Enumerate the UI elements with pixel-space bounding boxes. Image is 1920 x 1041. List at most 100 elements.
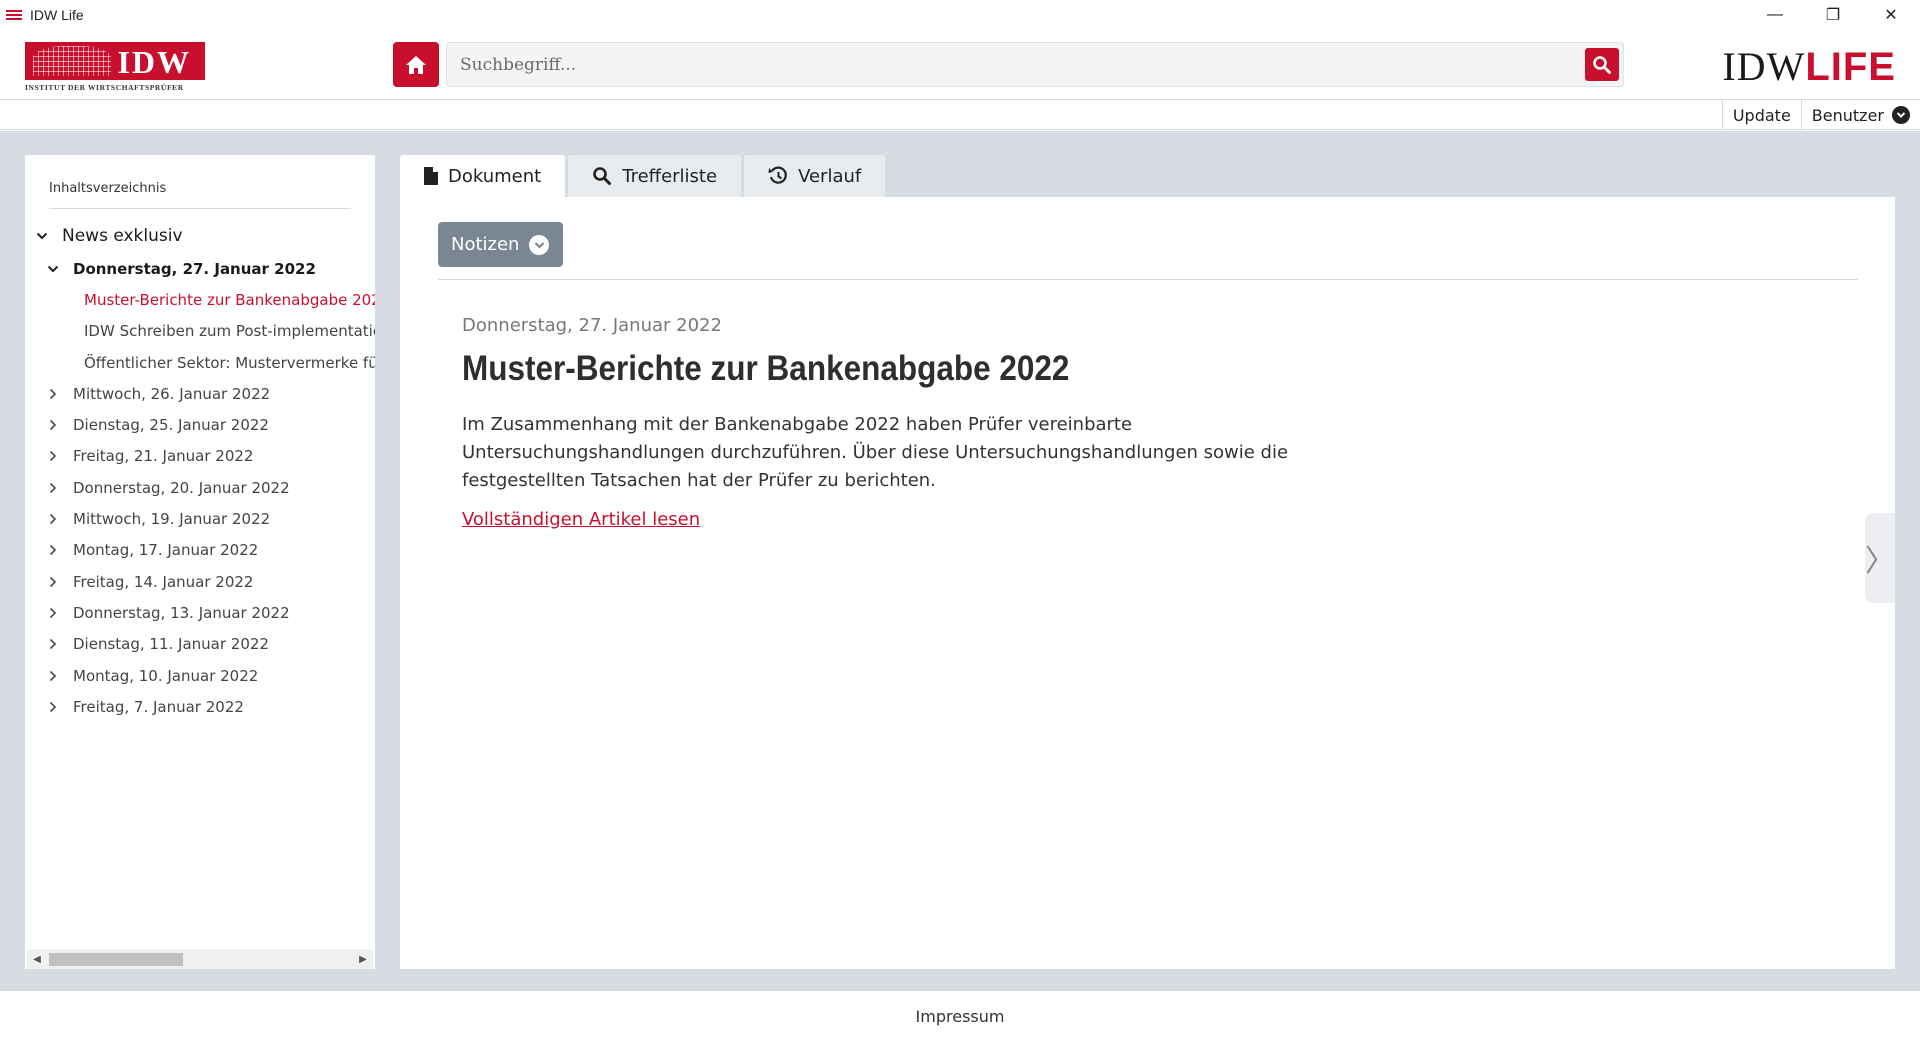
read-full-article-link[interactable]: Vollständigen Artikel lesen (462, 509, 700, 530)
tab-dokument[interactable]: Dokument (400, 155, 566, 197)
user-label: Benutzer (1811, 105, 1884, 125)
toc-day-label: Freitag, 7. Januar 2022 (73, 697, 244, 716)
app-header: IDW INSTITUT DER WIRTSCHAFTSPRÜFER IDW L… (0, 30, 1920, 100)
scroll-left-arrow-icon[interactable]: ◀ (29, 949, 45, 969)
toc-article[interactable]: Öffentlicher Sektor: Mustervermerke für (25, 347, 375, 378)
restore-button[interactable]: ❐ (1804, 0, 1862, 30)
chevron-right-icon[interactable] (46, 512, 60, 526)
chevron-down-icon (529, 234, 550, 255)
document-tabs: Dokument Trefferliste Verlauf (400, 155, 888, 197)
idw-life-logo: IDW LIFE (1722, 43, 1896, 89)
brand-life: LIFE (1805, 45, 1896, 89)
notes-button[interactable]: Notizen (438, 222, 564, 267)
chevron-right-icon[interactable] (46, 543, 60, 557)
brand-idw: IDW (1722, 44, 1806, 89)
toc-day[interactable]: Montag, 10. Januar 2022 (25, 660, 375, 691)
scroll-right-arrow-icon[interactable]: ▶ (355, 949, 371, 969)
close-button[interactable]: ✕ (1862, 0, 1920, 30)
document-title: Muster-Berichte zur Bankenabgabe 2022 (462, 349, 1070, 388)
minimize-button[interactable]: — (1746, 0, 1804, 30)
toc-day-open[interactable]: Donnerstag, 27. Januar 2022 (25, 253, 375, 284)
toc-article-active[interactable]: Muster-Berichte zur Bankenabgabe 2022 (25, 284, 375, 315)
toc-day-label: Freitag, 21. Januar 2022 (73, 447, 254, 466)
update-label: Update (1732, 105, 1791, 125)
search-input[interactable] (447, 43, 1577, 86)
chevron-right-icon[interactable] (46, 700, 60, 714)
toc-day[interactable]: Donnerstag, 13. Januar 2022 (25, 597, 375, 628)
tab-label: Trefferliste (622, 165, 718, 187)
chevron-right-icon[interactable] (46, 575, 60, 589)
toc-day[interactable]: Dienstag, 25. Januar 2022 (25, 409, 375, 440)
scrollbar-thumb[interactable] (49, 953, 183, 966)
chevron-down-icon (1892, 106, 1910, 124)
tab-label: Verlauf (798, 165, 862, 187)
chevron-right-icon[interactable] (46, 481, 60, 495)
chevron-right-icon[interactable] (46, 669, 60, 683)
horizontal-scrollbar[interactable]: ◀ ▶ (27, 949, 373, 969)
toc-title: Inhaltsverzeichnis (49, 181, 167, 196)
toc-day-label: Donnerstag, 27. Januar 2022 (73, 259, 316, 278)
search-box (446, 42, 1624, 87)
toc-article[interactable]: IDW Schreiben zum Post-implementation Re… (25, 316, 375, 347)
toc-article-label: Muster-Berichte zur Bankenabgabe 2022 (84, 290, 375, 309)
main-area: Inhaltsverzeichnis News exklusiv Donners… (0, 131, 1920, 991)
toc-day-label: Donnerstag, 20. Januar 2022 (73, 478, 290, 497)
toc-day[interactable]: Mittwoch, 26. Januar 2022 (25, 378, 375, 409)
update-button[interactable]: Update (1721, 100, 1801, 130)
chevron-right-icon[interactable] (46, 418, 60, 432)
divider (438, 279, 1858, 280)
toc-day[interactable]: Donnerstag, 20. Januar 2022 (25, 472, 375, 503)
tab-verlauf[interactable]: Verlauf (744, 155, 886, 197)
document-teaser: Im Zusammenhang mit der Bankenabgabe 202… (462, 414, 1289, 491)
table-of-contents-panel: Inhaltsverzeichnis News exklusiv Donners… (25, 155, 375, 969)
home-button[interactable] (393, 42, 439, 87)
tab-trefferliste[interactable]: Trefferliste (568, 155, 742, 197)
toc-day-label: Montag, 17. Januar 2022 (73, 541, 259, 560)
chevron-down-icon[interactable] (46, 262, 60, 276)
toc-day-label: Mittwoch, 26. Januar 2022 (73, 384, 271, 403)
toc-article-label: Öffentlicher Sektor: Mustervermerke für (84, 353, 375, 372)
logo-word: IDW (117, 44, 191, 80)
toc-day[interactable]: Dienstag, 11. Januar 2022 (25, 629, 375, 660)
toc-day[interactable]: Montag, 17. Januar 2022 (25, 535, 375, 566)
document-icon (424, 167, 438, 185)
toc-tree: News exklusiv Donnerstag, 27. Januar 202… (25, 219, 375, 722)
logo-subtitle: INSTITUT DER WIRTSCHAFTSPRÜFER (25, 83, 184, 92)
search-button[interactable] (1585, 48, 1619, 81)
search-icon (592, 166, 612, 186)
toc-day-label: Dienstag, 25. Januar 2022 (73, 416, 269, 435)
history-icon (768, 166, 788, 186)
toc-day[interactable]: Mittwoch, 19. Januar 2022 (25, 503, 375, 534)
idw-logo[interactable]: IDW INSTITUT DER WIRTSCHAFTSPRÜFER (25, 42, 205, 94)
toc-day-label: Donnerstag, 13. Januar 2022 (73, 603, 290, 622)
toc-day[interactable]: Freitag, 14. Januar 2022 (25, 566, 375, 597)
app-icon (6, 9, 22, 21)
window-titlebar: IDW Life — ❐ ✕ (0, 0, 1920, 30)
chevron-right-icon[interactable] (46, 449, 60, 463)
home-icon (406, 55, 426, 74)
toc-day-label: Freitag, 14. Januar 2022 (73, 572, 254, 591)
chevron-right-icon[interactable]: 〉 (1865, 513, 1895, 603)
user-menu[interactable]: Benutzer (1800, 100, 1920, 130)
toc-root-news-exklusiv[interactable]: News exklusiv (25, 219, 375, 253)
chevron-right-icon[interactable] (46, 637, 60, 651)
notes-label: Notizen (451, 234, 520, 255)
search-icon (1593, 55, 1611, 74)
toc-day-label: Montag, 10. Januar 2022 (73, 666, 259, 685)
sub-toolbar: Update Benutzer (0, 100, 1920, 130)
document-date: Donnerstag, 27. Januar 2022 (462, 315, 722, 336)
window-title: IDW Life (30, 7, 84, 23)
toc-day[interactable]: Freitag, 7. Januar 2022 (25, 691, 375, 722)
impressum-link[interactable]: Impressum (916, 1007, 1005, 1026)
divider (49, 208, 351, 209)
toc-day[interactable]: Freitag, 21. Januar 2022 (25, 441, 375, 472)
toc-day-label: Dienstag, 11. Januar 2022 (73, 635, 269, 654)
chevron-right-icon[interactable] (46, 387, 60, 401)
chevron-right-icon[interactable] (46, 606, 60, 620)
document-panel: Notizen Donnerstag, 27. Januar 2022 Must… (400, 197, 1895, 969)
footer: Impressum (0, 991, 1920, 1041)
toc-root-label: News exklusiv (62, 226, 183, 246)
toc-day-label: Mittwoch, 19. Januar 2022 (73, 510, 271, 529)
chevron-down-icon[interactable] (35, 229, 49, 243)
tab-label: Dokument (448, 165, 542, 187)
